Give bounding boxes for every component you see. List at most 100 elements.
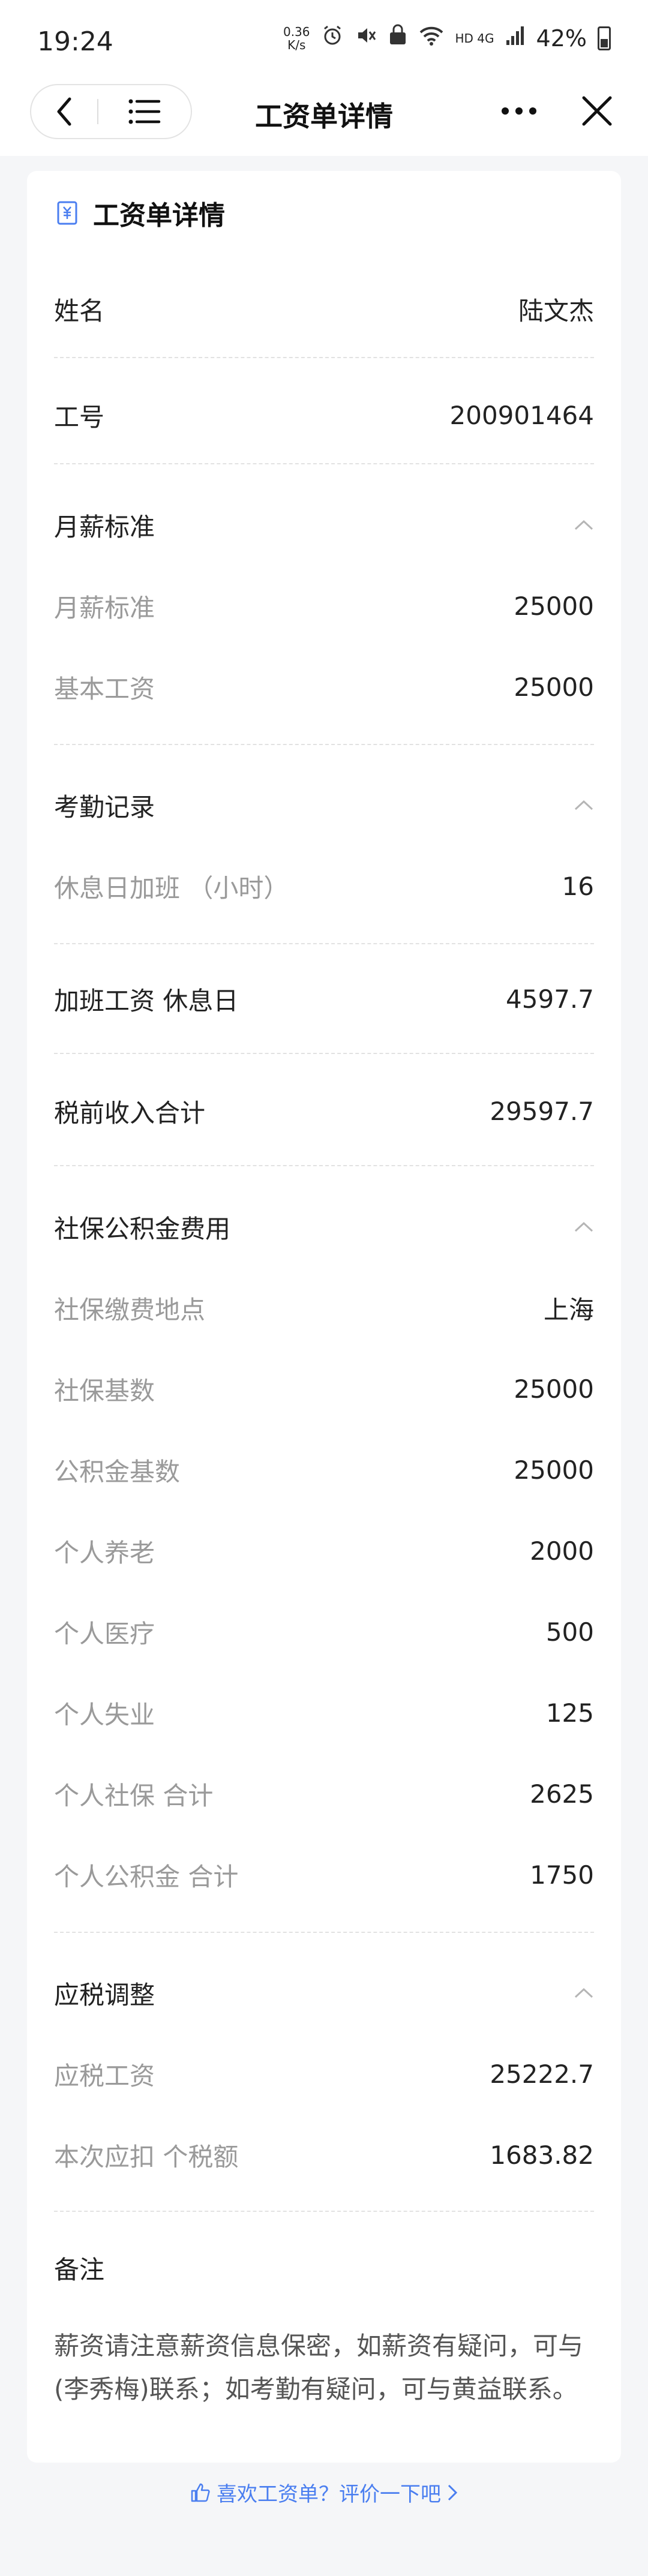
signal-icon <box>505 25 526 52</box>
section-label: 备注 <box>54 2254 105 2284</box>
chevron-up-icon <box>574 519 594 531</box>
row-label: 个人公积金 合计 <box>54 1862 239 1892</box>
row-unemployment: 个人失业 125 <box>54 1686 594 1740</box>
row-monthly-standard: 月薪标准 25000 <box>54 579 594 633</box>
chevron-up-icon <box>574 1221 594 1233</box>
row-label: 休息日加班 （小时） <box>54 873 289 903</box>
divider <box>54 463 594 464</box>
divider <box>54 1932 594 1933</box>
divider <box>54 2211 594 2212</box>
row-label: 公积金基数 <box>54 1457 181 1487</box>
row-label: 本次应扣 个税额 <box>54 2142 239 2172</box>
row-label: 月薪标准 <box>54 593 155 623</box>
row-value: 1683.82 <box>490 2140 594 2170</box>
close-button[interactable] <box>573 87 621 135</box>
row-value: 16 <box>562 871 594 901</box>
row-value: 2625 <box>530 1779 594 1809</box>
row-value: 25000 <box>514 1374 594 1404</box>
row-label: 个人社保 合计 <box>54 1781 214 1811</box>
nav-bar: 工资单详情 <box>0 84 648 156</box>
battery-percent: 42% <box>536 25 587 52</box>
row-value: 200901464 <box>449 400 595 430</box>
row-insurance-location: 社保缴费地点 上海 <box>54 1281 594 1335</box>
divider <box>54 1053 594 1054</box>
row-value: 陆文杰 <box>518 296 594 326</box>
row-value: 2000 <box>530 1536 594 1566</box>
wifi-icon <box>418 24 445 52</box>
row-label: 个人医疗 <box>54 1619 155 1649</box>
salary-doc-icon <box>57 201 77 225</box>
row-label: 应税工资 <box>54 2061 155 2091</box>
section-label: 月薪标准 <box>54 512 155 542</box>
row-insurance-base: 社保基数 25000 <box>54 1362 594 1416</box>
row-label: 个人失业 <box>54 1700 155 1730</box>
thumbs-up-icon <box>191 2483 210 2502</box>
row-taxable-pay: 应税工资 25222.7 <box>54 2047 594 2101</box>
chevron-right-icon <box>448 2484 458 2500</box>
page-title: 工资单详情 <box>255 100 393 133</box>
chevron-up-icon <box>574 1987 594 1999</box>
row-housing-fund-total: 个人公积金 合计 1750 <box>54 1848 594 1902</box>
remark-text: 薪资请注意薪资信息保密，如薪资有疑问，可与(李秀梅)联系；如考勤有疑问，可与黄益… <box>54 2331 584 2404</box>
row-medical: 个人医疗 500 <box>54 1605 594 1659</box>
rate-link-text: 喜欢工资单？评价一下吧 <box>217 2482 441 2506</box>
row-overtime-pay: 加班工资 休息日 4597.7 <box>54 972 594 1026</box>
row-base-pay: 基本工资 25000 <box>54 660 594 714</box>
rate-payslip-link[interactable]: 喜欢工资单？评价一下吧 <box>0 2478 648 2507</box>
more-dots-icon <box>502 107 536 115</box>
alarm-icon <box>321 24 344 52</box>
section-attendance[interactable]: 考勤记录 <box>54 778 594 832</box>
section-remark: 备注 <box>54 2241 594 2295</box>
status-bar: 19:24 0.36 K/s HD 4G 42% <box>0 0 648 84</box>
row-pension: 个人养老 2000 <box>54 1524 594 1578</box>
row-label: 姓名 <box>54 296 105 326</box>
status-time: 19:24 <box>37 26 113 57</box>
vpn-icon <box>388 24 407 52</box>
mute-icon <box>355 24 377 52</box>
row-value: 25000 <box>514 1455 594 1485</box>
section-label: 社保公积金费用 <box>54 1214 231 1244</box>
close-icon <box>582 96 612 126</box>
row-label: 税前收入合计 <box>54 1098 206 1128</box>
row-insurance-total: 个人社保 合计 2625 <box>54 1767 594 1821</box>
network-speed-value: 0.36 <box>283 24 310 39</box>
row-value: 29597.7 <box>490 1096 594 1126</box>
row-label: 社保基数 <box>54 1376 155 1406</box>
row-employee-id: 工号 200901464 <box>54 388 594 442</box>
network-label: HD 4G <box>455 31 494 46</box>
status-icons: 0.36 K/s HD 4G 42% <box>283 24 611 52</box>
network-speed-unit: K/s <box>287 37 306 52</box>
row-pretax-total: 税前收入合计 29597.7 <box>54 1084 594 1138</box>
chevron-up-icon <box>574 799 594 811</box>
row-value: 上海 <box>543 1295 594 1325</box>
row-label: 基本工资 <box>54 674 155 704</box>
section-social-insurance[interactable]: 社保公积金费用 <box>54 1200 594 1254</box>
more-button[interactable] <box>492 90 546 132</box>
network-speed: 0.36 K/s <box>283 25 310 52</box>
row-value: 25222.7 <box>490 2059 594 2089</box>
row-value: 4597.7 <box>506 984 594 1014</box>
payslip-card: 工资单详情 姓名 陆文杰 工号 200901464 月薪标准 月薪标准 2500… <box>27 171 621 2463</box>
row-value: 25000 <box>514 591 594 621</box>
row-value: 500 <box>545 1617 594 1647</box>
row-label: 个人养老 <box>54 1538 155 1568</box>
row-value: 1750 <box>530 1860 594 1890</box>
row-rest-day-overtime: 休息日加班 （小时） 16 <box>54 859 594 913</box>
divider <box>54 744 594 745</box>
divider <box>54 357 594 358</box>
divider <box>54 943 594 944</box>
divider <box>54 1165 594 1166</box>
section-label: 考勤记录 <box>54 792 155 822</box>
card-title: 工资单详情 <box>93 200 225 231</box>
row-value: 125 <box>545 1698 594 1728</box>
row-value: 25000 <box>514 672 594 702</box>
section-monthly-salary[interactable]: 月薪标准 <box>54 498 594 552</box>
battery-icon <box>598 26 611 50</box>
card-header: 工资单详情 <box>57 194 225 232</box>
row-label: 工号 <box>54 402 105 432</box>
section-tax-adjustment[interactable]: 应税调整 <box>54 1966 594 2020</box>
row-name: 姓名 陆文杰 <box>54 282 594 336</box>
row-tax-amount: 本次应扣 个税额 1683.82 <box>54 2128 594 2182</box>
row-housing-fund-base: 公积金基数 25000 <box>54 1443 594 1497</box>
row-label: 加班工资 休息日 <box>54 986 239 1016</box>
